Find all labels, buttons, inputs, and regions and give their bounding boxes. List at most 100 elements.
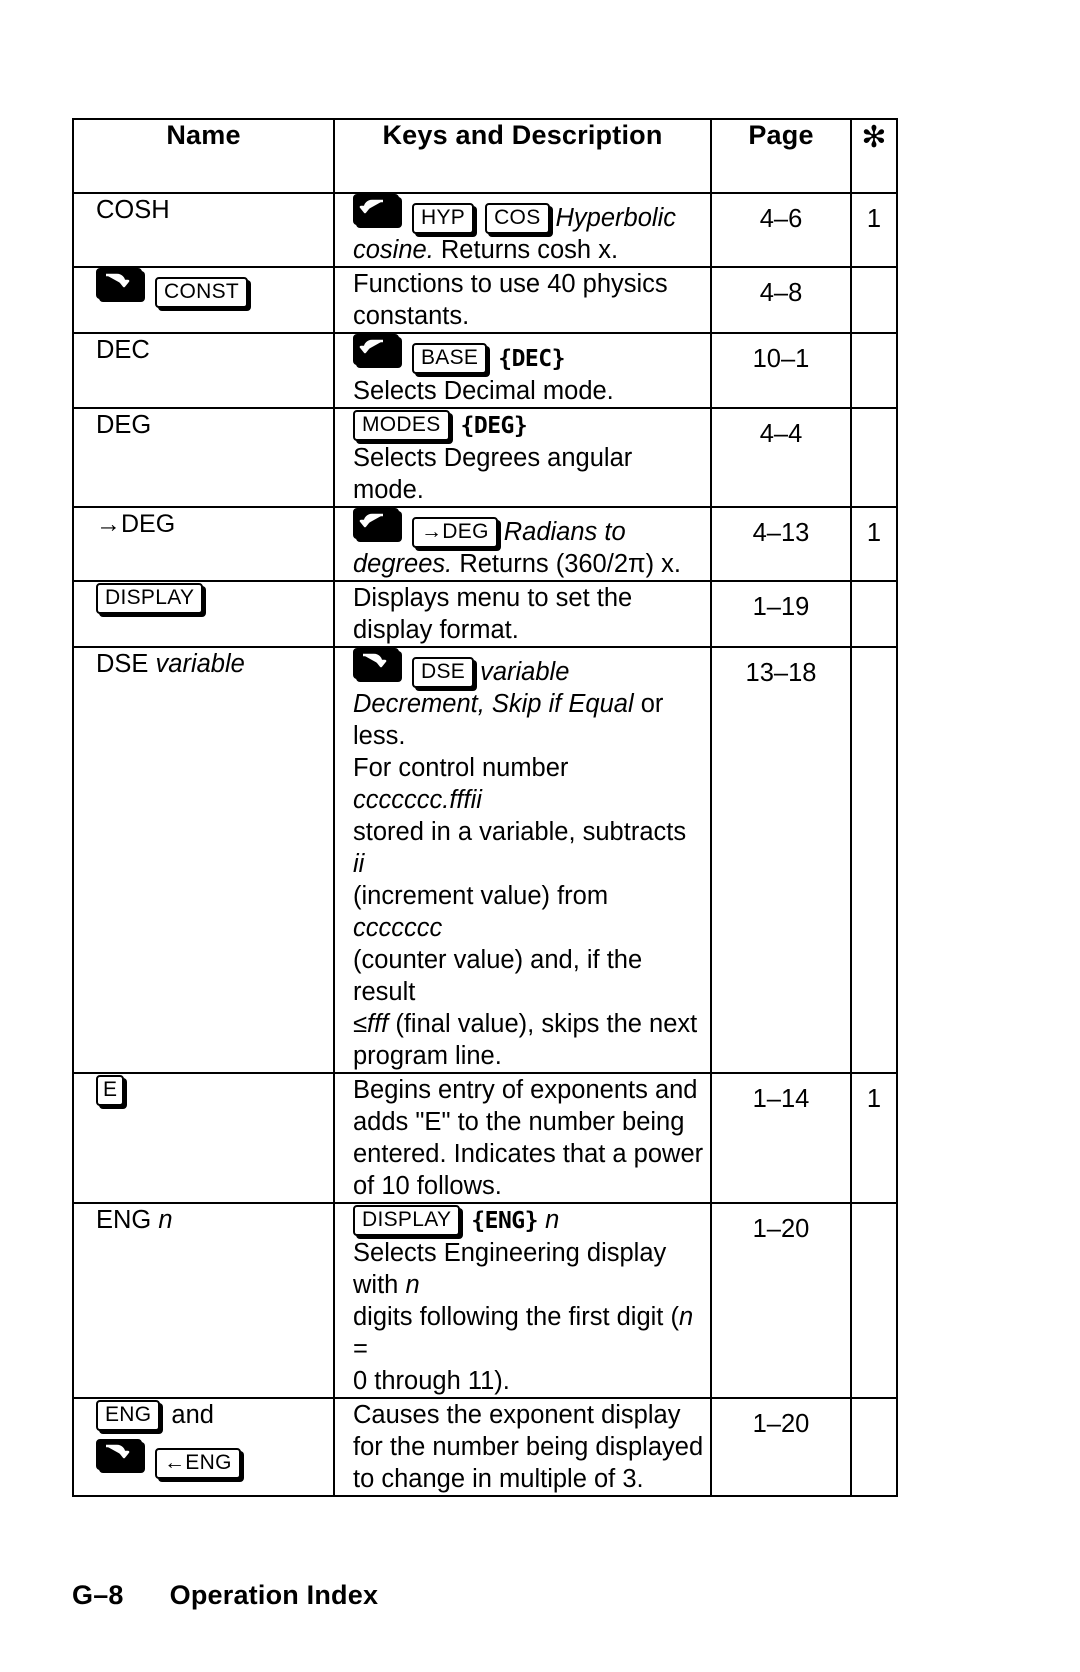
row-page-dse: 13–18 [710, 646, 852, 1074]
name-conjunction: and [171, 1401, 214, 1429]
desc-rest: Returns (360/2π) x. [452, 550, 682, 578]
name-italic: variable [155, 650, 245, 678]
row-page-exponent: 1–14 [710, 1072, 852, 1204]
name-text: DSE [96, 650, 156, 678]
column-header-footnote: ✻ [850, 118, 898, 194]
name-text: COSH [96, 196, 170, 224]
name-text: DEC [96, 336, 150, 364]
desc-rest: Returns cosh x. [433, 236, 619, 264]
row-name-dec: DEC [72, 332, 335, 409]
key-to-deg: →DEG [412, 517, 498, 548]
key-hyp: HYP [412, 203, 475, 234]
key-base: BASE [412, 343, 488, 374]
row-footnote-eng-n [850, 1202, 898, 1399]
menu-label-eng: {ENG} [471, 1208, 538, 1234]
column-header-page: Page [710, 118, 852, 194]
eng-arg-n: n [545, 1206, 560, 1234]
operation-index-table: Name Keys and Description Page ✻ COSH HY… [72, 118, 898, 1497]
row-page-to-deg: 4–13 [710, 506, 852, 582]
key-back-eng: ←ENG [155, 1448, 241, 1479]
key-cos: COS [485, 203, 550, 234]
name-text: →DEG [96, 510, 176, 538]
row-description-to-deg: →DEG Radians to degrees. Returns (360/2π)… [333, 506, 712, 582]
key-eng: ENG [96, 1400, 161, 1431]
name-italic: n [158, 1206, 173, 1234]
eng-desc-line-1: Selects Engineering display with n [353, 1237, 704, 1301]
right-shift-key-icon [96, 1439, 142, 1470]
row-footnote-dse [850, 646, 898, 1074]
table-row: ENG and ←ENG Causes the exponent display … [72, 1397, 898, 1497]
eng-line1-pre: Selects Engineering display with [353, 1239, 667, 1299]
row-footnote-const [850, 266, 898, 334]
eng-line1-italic: n [405, 1271, 420, 1299]
key-dse: DSE [412, 657, 475, 688]
desc-rest: Functions to use 40 physics constants. [353, 270, 668, 330]
row-page-eng-n: 1–20 [710, 1202, 852, 1399]
row-page-cosh: 4–6 [710, 192, 852, 268]
footer-section-title: Operation Index [169, 1580, 379, 1610]
key-exponent-e: E [96, 1075, 125, 1106]
row-page-dec: 10–1 [710, 332, 852, 409]
dse-line4-pre: (increment value) from [353, 882, 609, 910]
dse-desc-line-7: program line. [353, 1042, 502, 1070]
table-row: DISPLAY Displays menu to set the display… [72, 580, 898, 648]
dse-line6-rest: (final value), skips the next [388, 1010, 698, 1038]
dse-desc-line-2: For control number ccccccc.fffii [353, 752, 704, 816]
row-description-dse: DSE variable Decrement, Skip if Equal or … [333, 646, 712, 1074]
footer-page-number: G–8 [72, 1580, 124, 1610]
name-second-line: ←ENG [96, 1439, 333, 1479]
row-name-eng-n: ENG n [72, 1202, 335, 1399]
row-page-display: 1–19 [710, 580, 852, 648]
eng-line2-pre: digits following the first digit ( [353, 1303, 679, 1331]
key-const: CONST [155, 277, 248, 308]
row-description-dec: BASE {DEC} Selects Decimal mode. [333, 332, 712, 409]
row-description-deg: MODES {DEG} Selects Degrees angular mode. [333, 407, 712, 508]
right-shift-key-icon [353, 648, 399, 679]
dse-desc-line-3: stored in a variable, subtracts ii [353, 816, 704, 880]
table-header: Name Keys and Description Page ✻ [72, 118, 898, 194]
dse-line2-pre: For control number [353, 754, 569, 782]
eng-line2-italic: n [678, 1303, 694, 1331]
dse-line1-italic: Decrement, Skip if Equal [353, 690, 634, 718]
key-display: DISPLAY [353, 1205, 461, 1236]
table-row: DSE variable DSE variable Decrement, Skip… [72, 646, 898, 1074]
row-name-display: DISPLAY [72, 580, 335, 648]
name-text: ENG [96, 1206, 159, 1234]
desc-rest: Begins entry of exponents and adds "E" t… [353, 1076, 704, 1200]
dse-line4-italic: ccccccc [353, 914, 443, 942]
table-row: DEC BASE {DEC} Selects Decimal mode. 10–1 [72, 332, 898, 409]
row-description-exponent: Begins entry of exponents and adds "E" t… [333, 1072, 712, 1204]
menu-label-deg: {DEG} [460, 413, 528, 439]
dse-desc-line-1: Decrement, Skip if Equal or less. [353, 688, 704, 752]
dse-desc-line-4: (increment value) from ccccccc [353, 880, 704, 944]
right-shift-key-icon [96, 268, 142, 299]
row-footnote-exponent: 1 [850, 1072, 898, 1204]
page-footer: G–8 Operation Index [72, 1580, 378, 1611]
menu-label-dec: {DEC} [498, 346, 565, 372]
table-row: E Begins entry of exponents and adds "E"… [72, 1072, 898, 1204]
dse-line6-pre: ≤ [353, 1010, 367, 1038]
desc-rest: Causes the exponent display for the numb… [353, 1401, 704, 1493]
table-row: →DEG →DEG Radians to degrees. Returns (36… [72, 506, 898, 582]
row-footnote-cosh: 1 [850, 192, 898, 268]
table-body: COSH HYP COS Hyperbolic cosine. Returns co… [72, 192, 898, 1497]
eng-desc-line-3: 0 through 11). [353, 1367, 510, 1395]
key-display: DISPLAY [96, 583, 204, 614]
row-description-const: Functions to use 40 physics constants. [333, 266, 712, 334]
table-row: COSH HYP COS Hyperbolic cosine. Returns co… [72, 192, 898, 268]
row-name-const: CONST [72, 266, 335, 334]
row-name-exponent: E [72, 1072, 335, 1204]
row-footnote-eng-shift [850, 1397, 898, 1497]
row-footnote-deg [850, 407, 898, 508]
dse-desc-line-5: (counter value) and, if the result [353, 946, 643, 1006]
row-name-eng-shift: ENG and ←ENG [72, 1397, 335, 1497]
row-page-const: 4–8 [710, 266, 852, 334]
row-name-dse: DSE variable [72, 646, 335, 1074]
row-footnote-display [850, 580, 898, 648]
left-shift-key-icon [353, 194, 399, 225]
dse-line3-pre: stored in a variable, subtracts [353, 818, 687, 846]
table-row: DEG MODES {DEG} Selects Degrees angular m… [72, 407, 898, 508]
name-text: DEG [96, 411, 152, 439]
left-shift-key-icon [353, 508, 399, 539]
dse-line6-italic: fff [367, 1010, 389, 1038]
